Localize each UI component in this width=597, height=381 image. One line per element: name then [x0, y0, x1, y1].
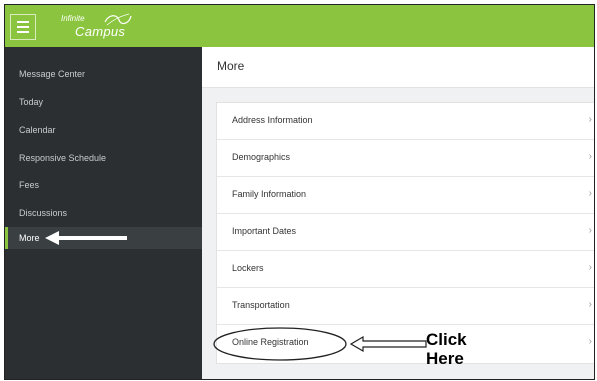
sidebar-item-message-center[interactable]: Message Center — [5, 63, 202, 85]
sidebar-item-label: Message Center — [19, 69, 86, 79]
more-list: Address Information › Demographics › Fam… — [216, 102, 594, 364]
sidebar-item-label: Today — [19, 97, 44, 107]
annotation-arrow-left-icon — [45, 231, 127, 245]
sidebar: Message Center Today Calendar Responsive… — [5, 47, 202, 379]
list-item-important-dates[interactable]: Important Dates › — [217, 214, 594, 251]
list-item-address-information[interactable]: Address Information › — [217, 103, 594, 140]
list-item-label: Demographics — [232, 152, 291, 162]
hamburger-icon[interactable] — [10, 14, 36, 40]
sidebar-item-label: Calendar — [19, 125, 56, 135]
chevron-right-icon: › — [588, 188, 592, 199]
list-item-transportation[interactable]: Transportation › — [217, 288, 594, 325]
list-item-label: Address Information — [232, 115, 313, 125]
list-item-label: Lockers — [232, 263, 264, 273]
list-item-label: Transportation — [232, 300, 290, 310]
logo-swoosh-icon — [104, 13, 132, 26]
infinite-campus-logo: Infinite Campus — [57, 12, 147, 42]
sidebar-item-label: More — [19, 233, 40, 243]
main-header: More — [202, 47, 594, 88]
sidebar-item-label: Fees — [19, 180, 40, 190]
list-item-family-information[interactable]: Family Information › — [217, 177, 594, 214]
chevron-right-icon: › — [588, 225, 592, 236]
sidebar-item-today[interactable]: Today — [5, 91, 202, 113]
sidebar-item-responsive-schedule[interactable]: Responsive Schedule — [5, 147, 202, 169]
sidebar-item-discussions[interactable]: Discussions — [5, 202, 202, 224]
annotation-click-here: Click Here — [426, 330, 496, 368]
sidebar-item-label: Responsive Schedule — [19, 153, 107, 163]
logo-line1: Infinite — [61, 14, 85, 23]
chevron-right-icon: › — [588, 114, 592, 125]
annotation-line1: Click — [426, 330, 467, 349]
list-item-label: Important Dates — [232, 226, 297, 236]
annotation-line2: Here — [426, 349, 464, 368]
chevron-right-icon: › — [588, 151, 592, 162]
chevron-right-icon: › — [588, 336, 592, 347]
sidebar-item-label: Discussions — [19, 208, 68, 218]
list-item-label: Family Information — [232, 189, 307, 199]
annotation-arrow-outline-icon — [350, 336, 427, 352]
top-bar: Infinite Campus — [5, 5, 594, 47]
list-item-lockers[interactable]: Lockers › — [217, 251, 594, 288]
chevron-right-icon: › — [588, 262, 592, 273]
page-title: More — [217, 59, 245, 73]
app-window: Infinite Campus Message Center Today Cal… — [4, 4, 595, 380]
list-item-demographics[interactable]: Demographics › — [217, 140, 594, 177]
chevron-right-icon: › — [588, 299, 592, 310]
sidebar-item-calendar[interactable]: Calendar — [5, 119, 202, 141]
sidebar-item-fees[interactable]: Fees — [5, 174, 202, 196]
annotation-ellipse-icon — [213, 327, 347, 361]
